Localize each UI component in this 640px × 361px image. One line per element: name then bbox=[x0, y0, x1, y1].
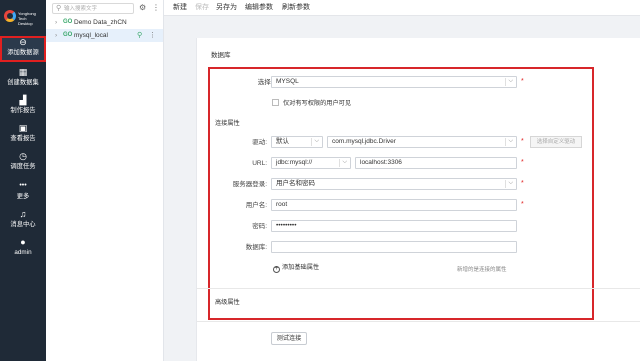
chevron-right-icon[interactable]: › bbox=[55, 16, 57, 29]
chevron-right-icon[interactable]: › bbox=[55, 29, 57, 42]
add-property-hint: 新增的是连接的属性 bbox=[457, 267, 507, 273]
required-mark: * bbox=[521, 180, 524, 187]
nav-item-admin[interactable]: ● admin bbox=[0, 236, 46, 262]
nav-item-schedule[interactable]: ◷ 调度任务 bbox=[0, 150, 46, 176]
required-mark: * bbox=[521, 159, 524, 166]
nav-item-add-datasource[interactable]: ⊖ 添加数据源 bbox=[0, 36, 46, 62]
user-icon: ● bbox=[20, 237, 26, 247]
nav-item-label: 添加数据源 bbox=[7, 49, 39, 56]
more-vertical-icon[interactable]: ⋮ bbox=[149, 29, 156, 42]
datasource-tree-panel: ⚲ ⚙ ⋮ › GO Demo Data_zhCN › GO mysql_loc… bbox=[46, 0, 164, 361]
highlight-box bbox=[208, 67, 594, 320]
username-label: 用户名: bbox=[245, 202, 267, 209]
view-report-icon: ▣ bbox=[18, 123, 28, 133]
section-title-connection: 连接属性 bbox=[215, 120, 240, 127]
section-title-advanced: 高级属性 bbox=[215, 299, 240, 306]
logo-mark-icon bbox=[4, 10, 16, 22]
clock-icon: ◷ bbox=[19, 151, 27, 161]
add-basic-property-button[interactable]: + 添加基础属性 bbox=[273, 263, 319, 273]
custom-driver-button[interactable]: 选择自定义驱动 bbox=[530, 136, 582, 148]
refresh-params-button[interactable]: 刷新参数 bbox=[282, 0, 310, 16]
server-login-label: 服务器登录: bbox=[232, 181, 267, 188]
settings-icon[interactable]: ⚙ bbox=[139, 2, 146, 14]
write-permission-checkbox[interactable] bbox=[272, 99, 279, 106]
tree-item-label: Demo Data_zhCN bbox=[74, 19, 127, 26]
url-label: URL: bbox=[252, 160, 267, 167]
more-vertical-icon[interactable]: ⋮ bbox=[152, 2, 160, 14]
tree-item-label: mysql_local bbox=[74, 32, 108, 39]
database-label: 数据库: bbox=[245, 244, 267, 251]
tree-item-selected[interactable]: › GO mysql_local ⚲ ⋮ bbox=[46, 29, 163, 42]
new-button[interactable]: 新建 bbox=[173, 0, 187, 16]
bell-icon: ♫ bbox=[19, 209, 27, 219]
test-connection-button[interactable]: 测试连接 bbox=[271, 332, 307, 345]
url-prefix-select[interactable]: jdbc:mysql:// bbox=[271, 157, 351, 169]
nav-item-label: 调度任务 bbox=[10, 163, 36, 170]
main-nav: Yonghong Tech Desktop ⊖ 添加数据源 ▦ 创建数据集 ▟ … bbox=[0, 0, 46, 361]
server-login-select[interactable]: 用户名和密码 bbox=[271, 178, 517, 190]
driver-mode-select[interactable]: 默认 bbox=[271, 136, 323, 148]
tree-item[interactable]: › GO Demo Data_zhCN bbox=[46, 16, 163, 29]
required-mark: * bbox=[521, 138, 524, 145]
username-input[interactable]: root bbox=[271, 199, 517, 211]
search-icon: ⚲ bbox=[56, 5, 62, 12]
logo-text-brand: Yonghong Tech bbox=[18, 11, 36, 21]
nav-item-label: 更多 bbox=[16, 193, 30, 200]
link-icon: ⊖ bbox=[19, 37, 27, 47]
datasource-form-panel: 数据库 选择数据源: MYSQL * 仅对有写权限的用户可见 连接属性 驱动: … bbox=[196, 38, 640, 361]
toolbar: 新建 保存 另存为 编辑参数 刷新参数 bbox=[164, 0, 640, 16]
db-type-select[interactable]: MYSQL bbox=[271, 76, 517, 88]
nav-item-label: 创建数据集 bbox=[7, 79, 39, 86]
plus-circle-icon: + bbox=[273, 266, 280, 273]
tree-search-input[interactable] bbox=[64, 4, 132, 13]
database-input[interactable] bbox=[271, 241, 517, 253]
write-permission-label: 仅对有写权限的用户可见 bbox=[283, 100, 352, 107]
nav-item-label: 制作报告 bbox=[10, 107, 36, 114]
nav-item-more[interactable]: ••• 更多 bbox=[0, 180, 46, 206]
password-input[interactable]: ••••••••• bbox=[271, 220, 517, 232]
save-as-button[interactable]: 另存为 bbox=[216, 0, 237, 16]
search-icon[interactable]: ⚲ bbox=[137, 29, 142, 42]
dataset-icon: ▦ bbox=[18, 67, 28, 77]
more-icon: ••• bbox=[19, 182, 27, 189]
edit-params-button[interactable]: 编辑参数 bbox=[245, 0, 273, 16]
section-divider bbox=[197, 321, 640, 322]
nav-item-label: 消息中心 bbox=[10, 221, 36, 228]
nav-item-create-dataset[interactable]: ▦ 创建数据集 bbox=[0, 66, 46, 92]
tree-search: ⚲ bbox=[52, 3, 134, 14]
logo-text-product: Desktop bbox=[18, 21, 33, 26]
nav-item-label: admin bbox=[14, 249, 32, 256]
section-divider bbox=[197, 288, 640, 289]
save-button[interactable]: 保存 bbox=[195, 0, 209, 16]
nav-item-view-report[interactable]: ▣ 查看报告 bbox=[0, 122, 46, 148]
driver-label: 驱动: bbox=[252, 139, 267, 146]
nav-item-label: 查看报告 bbox=[10, 135, 36, 142]
required-mark: * bbox=[521, 201, 524, 208]
required-mark: * bbox=[521, 78, 524, 85]
bar-chart-icon: ▟ bbox=[19, 95, 27, 105]
password-label: 密码: bbox=[252, 223, 267, 230]
driver-class-select[interactable]: com.mysql.jdbc.Driver bbox=[327, 136, 517, 148]
url-host-input[interactable]: localhost:3306 bbox=[355, 157, 517, 169]
datasource-badge: GO bbox=[63, 32, 73, 38]
nav-item-make-report[interactable]: ▟ 制作报告 bbox=[0, 94, 46, 120]
app-logo: Yonghong Tech Desktop bbox=[2, 6, 44, 34]
nav-item-messages[interactable]: ♫ 消息中心 bbox=[0, 208, 46, 234]
datasource-badge: GO bbox=[63, 19, 73, 25]
section-title-database: 数据库 bbox=[211, 52, 231, 59]
